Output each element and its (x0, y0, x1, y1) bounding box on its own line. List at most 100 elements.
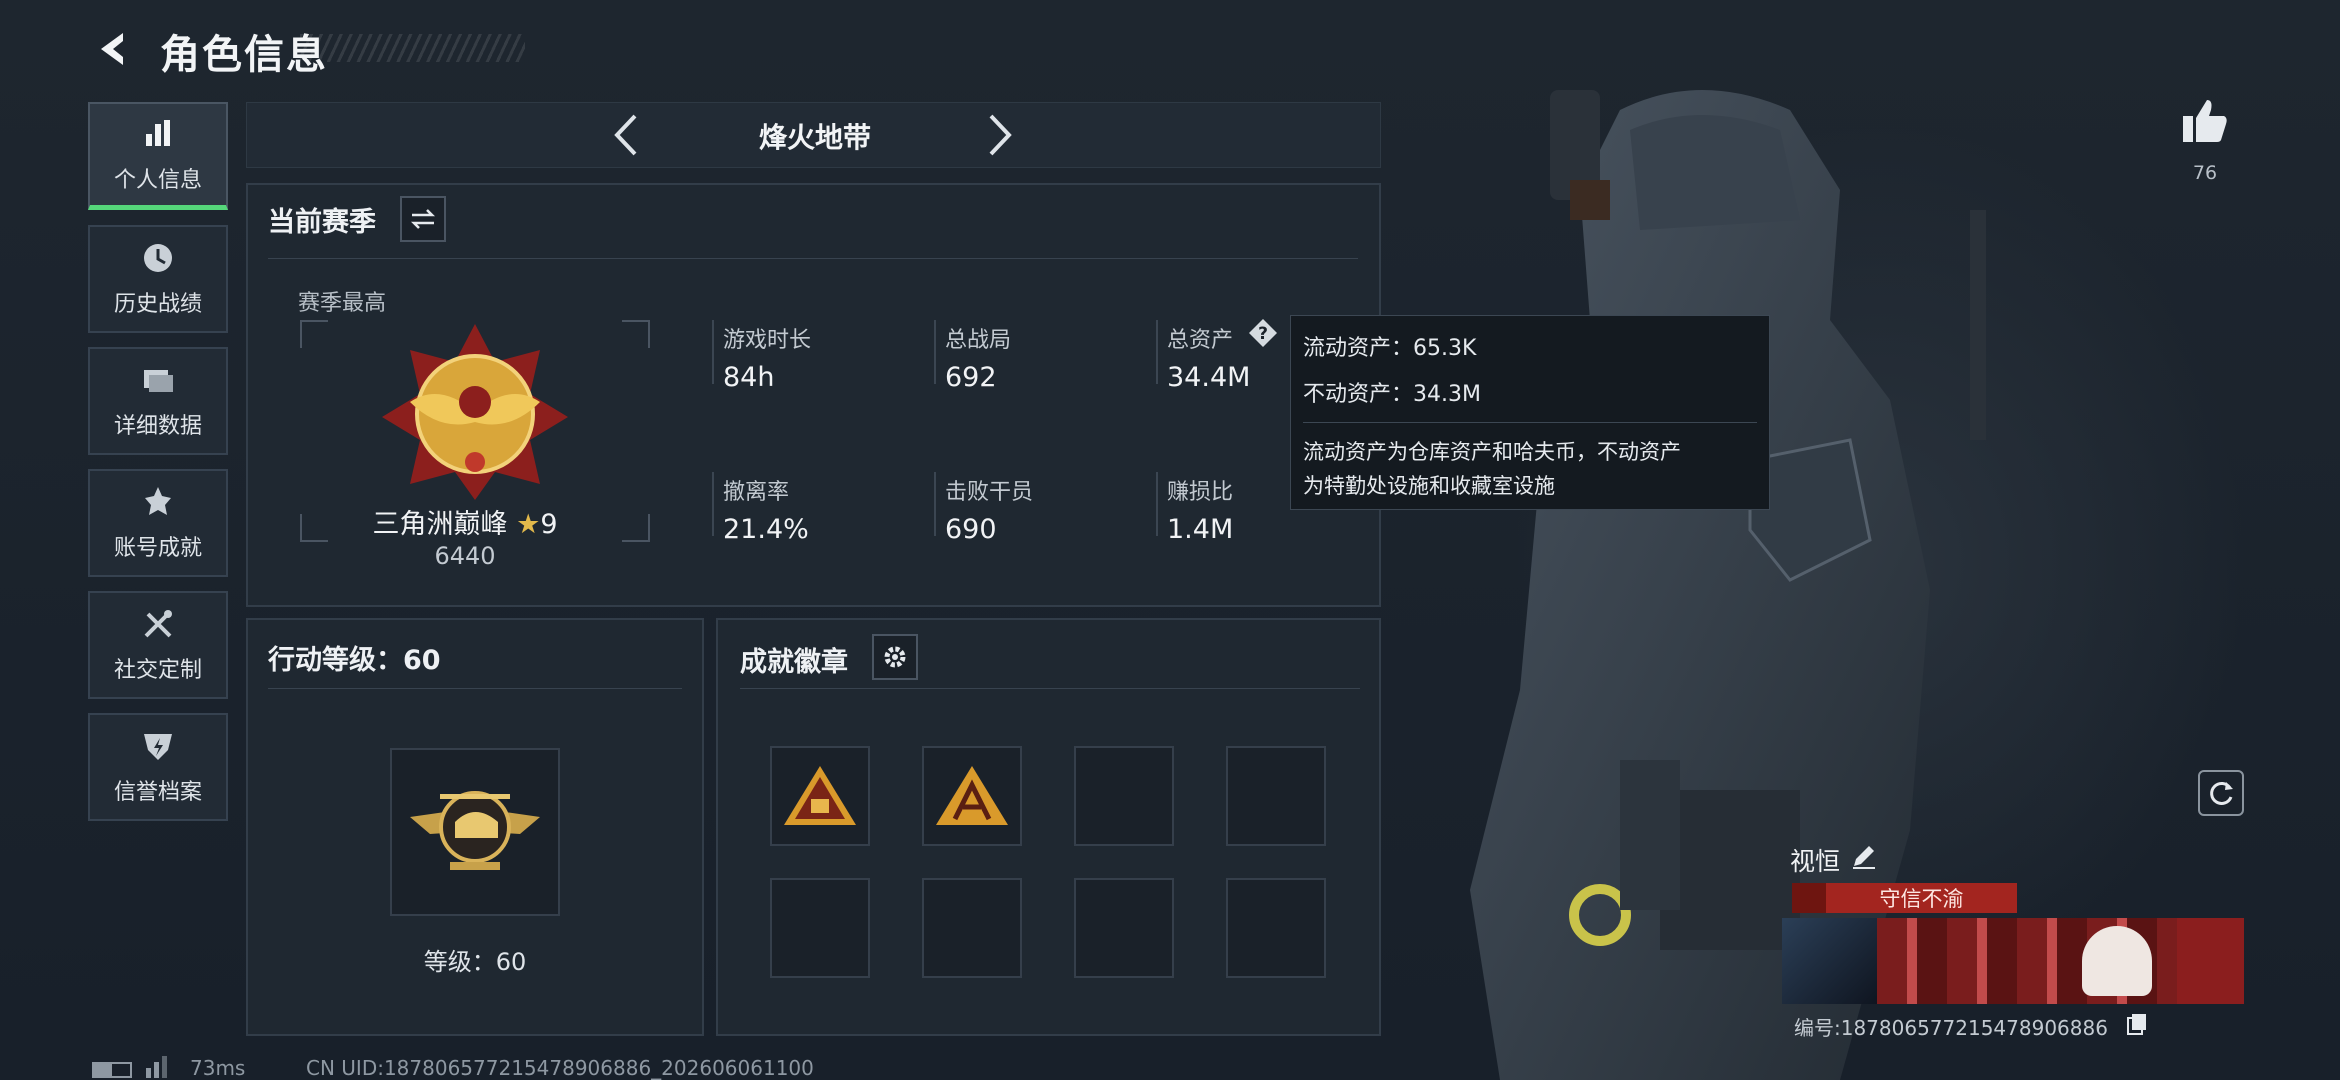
header-decoration (300, 34, 525, 62)
divider (1156, 472, 1158, 536)
like-count: 76 (2192, 162, 2218, 184)
achievement-slot-empty[interactable] (1074, 746, 1174, 846)
uid-text: CN UID:187806577215478906886_20260606110… (306, 1056, 814, 1080)
frame-corner (300, 514, 328, 542)
frame-corner (622, 514, 650, 542)
stat-label-profit-loss: 赚损比 (1167, 480, 1234, 505)
refresh-icon (2210, 781, 2233, 805)
banner-cat-image (2177, 918, 2244, 1004)
achievements-settings-button[interactable] (872, 634, 918, 680)
frame-corner (300, 320, 328, 348)
achievement-slot-empty[interactable] (1226, 878, 1326, 978)
player-banner (1782, 918, 2244, 1004)
player-id: 编号:187806577215478906886 (1794, 1016, 2108, 1040)
divider (268, 258, 1358, 259)
season-best-label: 赛季最高 (298, 291, 387, 316)
tools-icon (144, 610, 172, 638)
achievement-icon (145, 487, 171, 515)
sidebar-item-label: 个人信息 (113, 167, 202, 193)
divider (712, 320, 714, 384)
achievement-slot-empty[interactable] (770, 878, 870, 978)
rank-stars: 9 (540, 509, 558, 540)
sidebar-item-label: 账号成就 (113, 536, 202, 561)
stat-label-playtime: 游戏时长 (723, 328, 812, 353)
season-title: 当前赛季 (268, 207, 376, 238)
rank-emblem-icon (382, 324, 568, 500)
sidebar-item-achievements[interactable]: 账号成就 (88, 469, 228, 577)
mode-prev-button[interactable] (606, 112, 646, 158)
page-title: 角色信息 (160, 32, 328, 78)
rank-label: 三角洲巅峰 ★9 (330, 502, 600, 541)
achievement-slot-empty[interactable] (922, 878, 1022, 978)
swap-icon (410, 209, 436, 229)
frame-corner (622, 320, 650, 348)
sidebar-item-label: 历史战绩 (113, 292, 202, 317)
assets-tooltip: 流动资产：65.3K 不动资产：34.3M 流动资产为仓库资产和哈夫币，不动资产… (1290, 315, 1770, 510)
refresh-button[interactable] (2198, 770, 2244, 816)
achievement-badge-icon (784, 766, 856, 825)
sidebar-item-personal-info[interactable]: 个人信息 (88, 102, 228, 210)
achievement-slot-empty[interactable] (1226, 746, 1326, 846)
achievement-slot[interactable] (922, 746, 1022, 846)
action-level-title: 行动等级：60 (268, 645, 441, 676)
sidebar-item-match-history[interactable]: 历史战绩 (88, 225, 228, 333)
tooltip-desc-line2: 为特勤处设施和收藏室设施 (1303, 474, 1555, 498)
sidebar-item-social-custom[interactable]: 社交定制 (88, 591, 228, 699)
assets-help-button[interactable]: ? (1248, 318, 1278, 348)
svg-text:?: ? (1258, 324, 1268, 344)
copy-icon (2127, 1014, 2146, 1035)
sidebar-item-credit-record[interactable]: 信誉档案 (88, 713, 228, 821)
copy-id-button[interactable] (2126, 1012, 2148, 1036)
stat-label-total-assets: 总资产 (1167, 328, 1234, 353)
stat-value-total-matches: 692 (945, 362, 997, 393)
stat-label-extraction-rate: 撤离率 (723, 480, 790, 505)
shield-icon (144, 734, 172, 760)
star-icon: ★ (516, 509, 541, 540)
sidebar-item-label: 信誉档案 (113, 780, 202, 805)
achievement-slot-empty[interactable] (1074, 878, 1174, 978)
mode-next-button[interactable] (980, 112, 1020, 158)
divider (740, 688, 1360, 689)
rank-name: 三角洲巅峰 (372, 509, 508, 540)
tooltip-desc-line1: 流动资产为仓库资产和哈夫币，不动资产 (1303, 440, 1681, 464)
achievement-slot[interactable] (770, 746, 870, 846)
achievements-title: 成就徽章 (740, 647, 848, 678)
banner-character-image (2082, 926, 2152, 996)
achievement-badge-icon (936, 766, 1008, 825)
stat-value-playtime: 84h (723, 362, 775, 393)
back-button[interactable] (90, 26, 136, 72)
reputation-tag: 守信不渝 (1792, 883, 2017, 913)
sidebar-item-detailed-data[interactable]: 详细数据 (88, 347, 228, 455)
pencil-icon (1853, 846, 1875, 869)
stat-label-operators-defeated: 击败干员 (945, 480, 1034, 505)
sidebar-item-label: 社交定制 (113, 658, 202, 683)
divider (934, 472, 936, 536)
divider (934, 320, 936, 384)
sidebar-item-label: 详细数据 (113, 414, 202, 439)
tooltip-fixed-assets: 不动资产：34.3M (1303, 382, 1481, 407)
signal-icon (146, 1056, 167, 1078)
ping-text: 73ms (190, 1056, 246, 1080)
chevron-right-icon (989, 114, 1012, 156)
player-name: 视恒 (1790, 847, 1841, 876)
stat-value-profit-loss: 1.4M (1167, 514, 1234, 545)
stat-label-total-matches: 总战局 (945, 328, 1012, 353)
mode-name: 烽火地带 (758, 121, 871, 154)
chevron-left-icon (614, 114, 637, 156)
season-switch-button[interactable] (400, 196, 446, 242)
edit-name-button[interactable] (1850, 842, 1880, 872)
thumbs-up-icon (2183, 100, 2227, 142)
back-arrow-icon (101, 33, 123, 65)
like-button[interactable] (2180, 96, 2230, 146)
helicopter-badge-icon (410, 791, 540, 870)
clock-icon (144, 244, 172, 272)
folder-icon (144, 370, 173, 392)
rank-score: 6440 (434, 542, 496, 570)
action-level-text: 等级：60 (423, 948, 527, 976)
action-level-badge[interactable] (390, 748, 560, 916)
stat-value-extraction-rate: 21.4% (723, 514, 809, 545)
stat-value-total-assets: 34.4M (1167, 362, 1251, 393)
reputation-tag-text: 守信不渝 (1879, 887, 1964, 911)
bar-chart-icon (146, 119, 170, 146)
tooltip-liquid-assets: 流动资产：65.3K (1303, 336, 1477, 361)
